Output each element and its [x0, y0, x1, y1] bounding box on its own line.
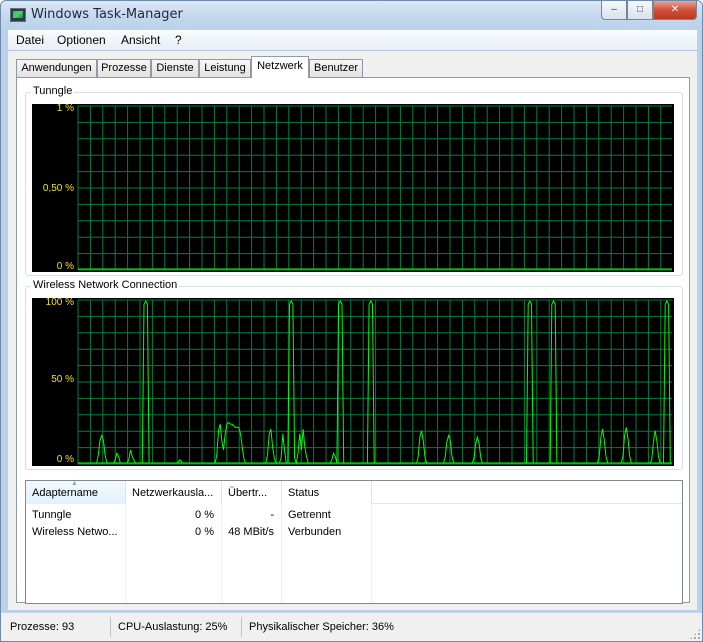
- menu-datei[interactable]: Datei: [16, 33, 44, 47]
- adapter-speed: 48 MBit/s: [228, 526, 274, 538]
- table-row[interactable]: Wireless Netwo... 0 % 48 MBit/s Verbunde…: [26, 524, 682, 541]
- wireless-graph: 100 % 50 % 0 %: [32, 297, 674, 466]
- adapter-usage: 0 %: [195, 509, 214, 521]
- adapter-name: Tunngle: [32, 509, 72, 521]
- tab-prozesse[interactable]: Prozesse: [97, 59, 151, 77]
- adapter-name: Wireless Netwo...: [32, 526, 118, 538]
- column-netzwerkauslastung[interactable]: Netzwerkausla...: [126, 481, 222, 504]
- resize-grip-icon[interactable]: [689, 628, 701, 640]
- column-status[interactable]: Status: [282, 481, 372, 504]
- y-tick-mid: 0,50 %: [42, 183, 74, 194]
- menu-help[interactable]: ?: [175, 33, 182, 47]
- status-cpu: CPU-Auslastung: 25%: [118, 617, 242, 637]
- adapter-status: Getrennt: [288, 509, 331, 521]
- column-uebertragungsrate[interactable]: Übertr...: [222, 481, 282, 504]
- column-label: Adaptername: [32, 487, 99, 499]
- adapter-status: Verbunden: [288, 526, 342, 538]
- graph-title: Wireless Network Connection: [31, 279, 180, 291]
- client-area: Anwendungen Prozesse Dienste Leistung Ne…: [8, 51, 697, 610]
- table-row[interactable]: Tunngle 0 % - Getrennt: [26, 507, 682, 524]
- adapter-list-header: ▲ Adaptername Netzwerkausla... Übertr...…: [26, 481, 682, 504]
- menu-ansicht[interactable]: Ansicht: [121, 33, 160, 47]
- tab-benutzer[interactable]: Benutzer: [309, 59, 363, 77]
- y-tick-min: 0 %: [56, 261, 74, 272]
- task-manager-window: Windows Task-Manager – □ ✕ Datei Optione…: [0, 0, 703, 642]
- adapter-speed: -: [270, 509, 274, 521]
- column-adaptername[interactable]: ▲ Adaptername: [26, 481, 126, 504]
- menu-bar: Datei Optionen Ansicht ?: [8, 30, 697, 51]
- menu-optionen[interactable]: Optionen: [57, 33, 106, 47]
- window-title: Windows Task-Manager: [31, 7, 183, 22]
- tab-dienste[interactable]: Dienste: [151, 59, 199, 77]
- tab-leistung[interactable]: Leistung: [199, 59, 251, 77]
- adapter-list[interactable]: ▲ Adaptername Netzwerkausla... Übertr...…: [25, 480, 683, 604]
- sort-ascending-icon: ▲: [71, 481, 78, 487]
- status-processes: Prozesse: 93: [10, 617, 111, 637]
- y-tick-max: 1 %: [56, 103, 74, 114]
- network-tab-page: Tunngle 1 % 0,50 % 0 % Wireless Network …: [16, 77, 690, 604]
- status-bar: Prozesse: 93 CPU-Auslastung: 25% Physika…: [1, 612, 702, 641]
- y-tick-min: 0 %: [56, 454, 74, 465]
- close-button[interactable]: ✕: [653, 1, 697, 20]
- maximize-button[interactable]: □: [627, 1, 653, 20]
- wireless-graph-canvas: [77, 299, 672, 465]
- tunngle-graph: 1 % 0,50 % 0 %: [32, 103, 674, 272]
- minimize-button[interactable]: –: [601, 1, 627, 20]
- task-manager-icon: [10, 8, 26, 22]
- tab-anwendungen[interactable]: Anwendungen: [16, 59, 97, 77]
- graph-title: Tunngle: [31, 85, 75, 97]
- y-tick-max: 100 %: [45, 297, 74, 308]
- tab-netzwerk[interactable]: Netzwerk: [251, 56, 309, 78]
- caption-buttons: – □ ✕: [601, 1, 697, 21]
- tunngle-graph-group: Tunngle 1 % 0,50 % 0 %: [25, 85, 683, 276]
- status-memory: Physikalischer Speicher: 36%: [249, 621, 394, 633]
- tunngle-graph-canvas: [77, 105, 672, 271]
- wireless-graph-group: Wireless Network Connection 100 % 50 % 0…: [25, 279, 683, 470]
- y-tick-mid: 50 %: [51, 374, 74, 385]
- title-bar[interactable]: Windows Task-Manager – □ ✕: [1, 1, 702, 30]
- adapter-usage: 0 %: [195, 526, 214, 538]
